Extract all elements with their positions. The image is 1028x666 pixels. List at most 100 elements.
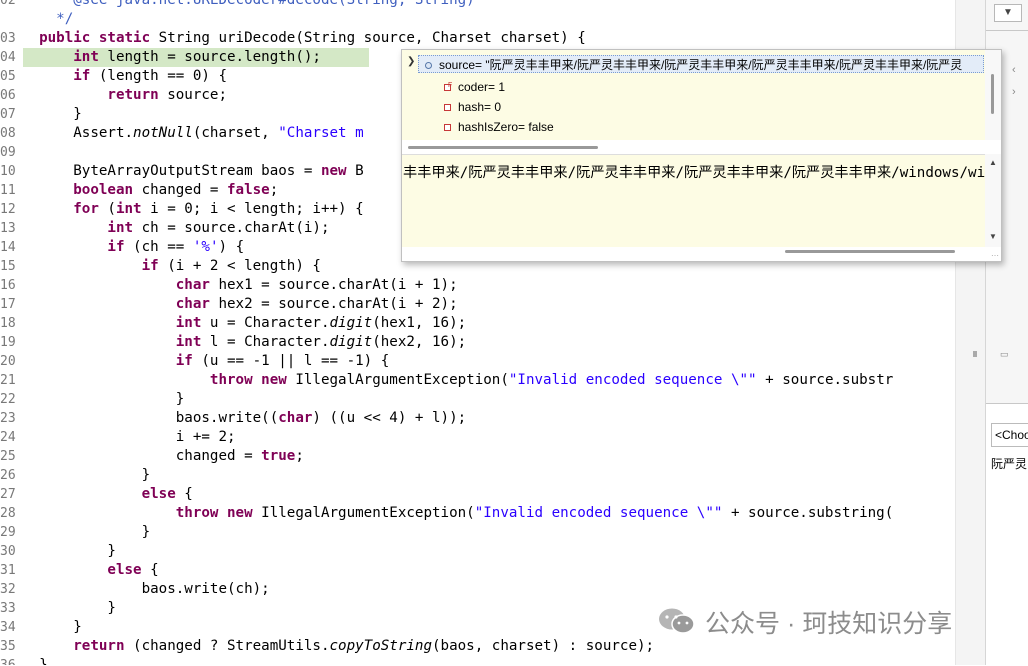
code-line[interactable]: 18 int u = Character.digit(hex1, 16);	[0, 314, 955, 333]
code-line[interactable]: 16 char hex1 = source.charAt(i + 1);	[0, 276, 955, 295]
code-line[interactable]: 17 char hex2 = source.charAt(i + 2);	[0, 295, 955, 314]
code-text: }	[22, 524, 151, 540]
tree-item-source[interactable]: source= "阮严灵丰丰甲来/阮严灵丰丰甲来/阮严灵丰丰甲来/阮严灵丰丰甲来…	[418, 55, 984, 73]
code-line[interactable]: 25 changed = true;	[0, 447, 955, 466]
line-number: 13	[0, 221, 16, 236]
code-text: char hex1 = source.charAt(i + 1);	[175, 277, 458, 293]
line-number: 19	[0, 335, 16, 350]
code-line[interactable]: 28 throw new IllegalArgumentException("I…	[0, 504, 955, 523]
code-line[interactable]: 29 }	[0, 523, 955, 542]
code-line[interactable]: 03 public static String uriDecode(String…	[0, 29, 955, 48]
code-text: else {	[107, 562, 159, 578]
scrollbar-thumb[interactable]	[991, 74, 994, 114]
code-line[interactable]: */	[0, 10, 955, 29]
code-line[interactable]: 36 }	[0, 656, 955, 665]
code-text: int u = Character.digit(hex1, 16);	[175, 315, 467, 331]
chevron-left-icon[interactable]: ‹	[1012, 64, 1016, 76]
line-number: 16	[0, 278, 16, 293]
variable-value-text: 阮严灵	[991, 457, 1028, 471]
detail-vertical-scrollbar[interactable]: ▲ ▼	[985, 154, 1001, 247]
code-line[interactable]: 02 * @see java.net.URLDecoder#decode(Str…	[0, 0, 955, 10]
tree-item-hash[interactable]: hash= 0	[444, 98, 501, 117]
tree-item-hashiszero[interactable]: hashIsZero= false	[444, 118, 554, 137]
code-line[interactable]: 20 if (u == -1 || l == -1) {	[0, 352, 955, 371]
field-icon	[444, 124, 451, 132]
line-number: 22	[0, 392, 16, 407]
code-line[interactable]: 23 baos.write((char) ((u << 4) + l));	[0, 409, 955, 428]
code-line[interactable]: 21 throw new IllegalArgumentException("I…	[0, 371, 955, 390]
code-text: if (ch == '%') {	[107, 239, 245, 255]
line-number: 26	[0, 468, 16, 483]
chevron-right-icon[interactable]: ›	[1012, 86, 1016, 98]
line-number: 23	[0, 411, 16, 426]
tree-item-label: hash= 0	[458, 100, 502, 114]
inspect-popup[interactable]: ❯ source= "阮严灵丰丰甲来/阮严灵丰丰甲来/阮严灵丰丰甲来/阮严灵丰丰…	[401, 49, 1002, 262]
line-number: 08	[0, 126, 16, 141]
code-text: char hex2 = source.charAt(i + 2);	[175, 296, 458, 312]
tree-item-label: source= "阮严灵丰丰甲来/阮严灵丰丰甲来/阮严灵丰丰甲来/阮严灵丰丰甲来…	[439, 58, 963, 72]
line-number: 28	[0, 506, 16, 521]
wechat-logo-icon	[657, 606, 697, 645]
line-number: 27	[0, 487, 16, 502]
code-text: }	[22, 600, 116, 616]
tree-item-label: hashIsZero= false	[458, 120, 554, 134]
detail-horizontal-scrollbar[interactable]: ⋯	[402, 247, 1001, 261]
field-icon	[444, 104, 451, 112]
local-variable-icon	[425, 62, 432, 70]
code-text: }	[22, 106, 82, 122]
code-text: if (u == -1 || l == -1) {	[175, 353, 390, 369]
line-number: 24	[0, 430, 16, 445]
resize-grip-icon[interactable]: ⋯	[991, 251, 999, 260]
line-number: 21	[0, 373, 16, 388]
code-line[interactable]: 27 else {	[0, 485, 955, 504]
tree-horizontal-scrollbar[interactable]	[402, 140, 985, 154]
code-line[interactable]: 19 int l = Character.digit(hex2, 16);	[0, 333, 955, 352]
tree-item-coder[interactable]: coder= 1	[444, 76, 506, 97]
code-text: Assert.notNull(charset, "Charset m	[22, 125, 364, 141]
line-number: 04	[0, 50, 16, 65]
code-line[interactable]: 31 else {	[0, 561, 955, 580]
line-number: 10	[0, 164, 16, 179]
variables-detail-pane: <Choo 阮严灵	[986, 403, 1028, 666]
final-field-icon	[444, 76, 452, 95]
minimize-icon[interactable]: ▭	[1000, 349, 1009, 360]
code-text: }	[22, 543, 116, 559]
formatter-combo[interactable]: <Choo	[991, 423, 1028, 447]
line-number: 12	[0, 202, 16, 217]
code-text: public static String uriDecode(String so…	[39, 30, 586, 46]
scrollbar-thumb[interactable]	[785, 250, 955, 253]
scroll-down-icon[interactable]: ▼	[989, 232, 997, 241]
code-text: int ch = source.charAt(i);	[107, 220, 330, 236]
line-number: 34	[0, 620, 16, 635]
code-line[interactable]: 32 baos.write(ch);	[0, 580, 955, 599]
variable-tree[interactable]: ❯ source= "阮严灵丰丰甲来/阮严灵丰丰甲来/阮严灵丰丰甲来/阮严灵丰丰…	[402, 50, 985, 140]
code-line[interactable]: 26 }	[0, 466, 955, 485]
code-text: return source;	[107, 87, 228, 103]
scrollbar-thumb[interactable]	[408, 146, 598, 149]
code-text: baos.write((char) ((u << 4) + l));	[22, 410, 467, 426]
value-detail-pane[interactable]: 丰丰甲来/阮严灵丰丰甲来/阮严灵丰丰甲来/阮严灵丰丰甲来/阮严灵丰丰甲来/win…	[402, 154, 985, 247]
code-text: }	[22, 467, 151, 483]
chevron-down-icon[interactable]: ▼	[994, 4, 1022, 22]
value-detail-text: 丰丰甲来/阮严灵丰丰甲来/阮严灵丰丰甲来/阮严灵丰丰甲来/阮严灵丰丰甲来/win…	[403, 165, 985, 181]
code-text: }	[22, 619, 82, 635]
code-text: else {	[141, 486, 193, 502]
code-text: int length = source.length();	[73, 49, 321, 65]
tree-vertical-scrollbar[interactable]	[985, 50, 1001, 140]
line-number: 32	[0, 582, 16, 597]
line-number: 06	[0, 88, 16, 103]
ruler-mark[interactable]	[973, 351, 977, 357]
code-line[interactable]: 30 }	[0, 542, 955, 561]
line-number: 31	[0, 563, 16, 578]
line-number: 25	[0, 449, 16, 464]
tree-item-label: coder= 1	[458, 80, 506, 94]
code-text: */	[22, 11, 74, 27]
code-line[interactable]: 22 }	[0, 390, 955, 409]
code-text: ByteArrayOutputStream baos = new B	[22, 163, 364, 179]
chevron-down-icon[interactable]: ❯	[407, 56, 415, 67]
code-text: return (changed ? StreamUtils.copyToStri…	[73, 638, 655, 654]
code-line[interactable]: 24 i += 2;	[0, 428, 955, 447]
line-number: 03	[0, 31, 16, 46]
code-text: }	[22, 657, 48, 665]
scroll-up-icon[interactable]: ▲	[989, 158, 997, 167]
